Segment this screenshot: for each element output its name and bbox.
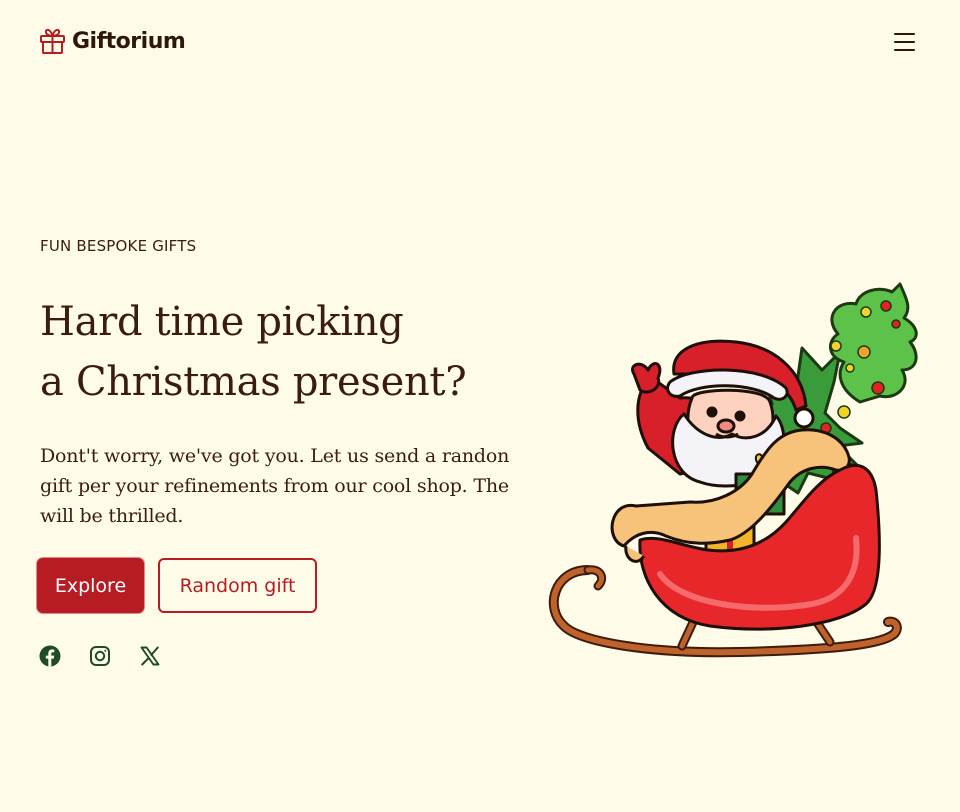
headline-line-1: Hard time picking	[40, 299, 404, 345]
instagram-icon[interactable]	[88, 644, 112, 668]
explore-button[interactable]: Explore	[37, 558, 144, 613]
hamburger-menu-icon-middle	[894, 41, 915, 43]
santa-sleigh-illustration	[548, 282, 918, 658]
social-links	[38, 644, 162, 668]
hero-intro: Dont't worry, we've got you. Let us send…	[40, 445, 510, 527]
facebook-icon[interactable]	[38, 644, 62, 668]
hero-eyebrow: FUN BESPOKE GIFTS	[40, 237, 197, 255]
hamburger-menu-icon-bottom	[894, 49, 915, 51]
site-header: Giftorium	[0, 0, 960, 84]
x-icon[interactable]	[138, 644, 162, 668]
brand-logo[interactable]: Giftorium	[39, 27, 186, 55]
gift-icon	[40, 28, 65, 54]
hero-headline: Hard time picking a Christmas present?	[40, 292, 540, 412]
brand-name: Giftorium	[72, 28, 186, 54]
random-gift-button[interactable]: Random gift	[158, 558, 317, 613]
hamburger-menu-icon	[894, 33, 915, 35]
menu-button[interactable]	[892, 30, 918, 54]
headline-line-2: a Christmas present?	[40, 359, 467, 405]
